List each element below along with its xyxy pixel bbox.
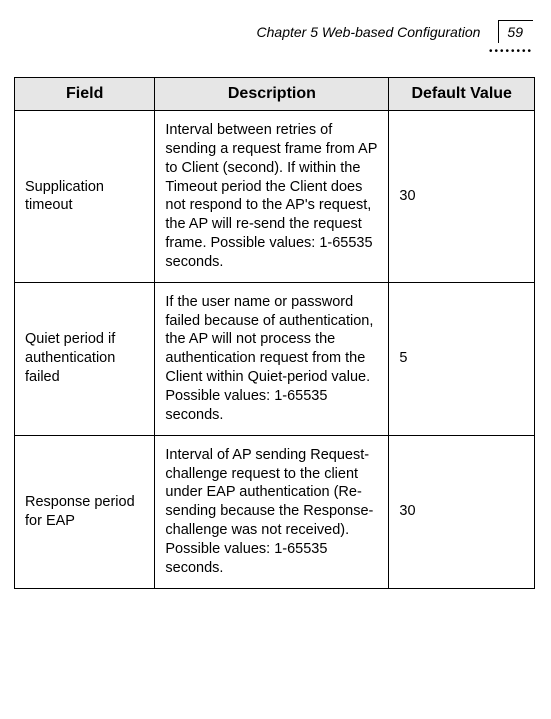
cell-description: If the user name or password failed beca… <box>155 282 389 435</box>
table-row: Quiet period if authentication failed If… <box>15 282 535 435</box>
table-row: Response period for EAP Interval of AP s… <box>15 435 535 588</box>
cell-default-value: 30 <box>389 111 535 283</box>
cell-default-value: 5 <box>389 282 535 435</box>
header-dots: •••••••• <box>14 49 535 55</box>
config-table: Field Description Default Value Supplica… <box>14 77 535 589</box>
cell-field: Quiet period if authentication failed <box>15 282 155 435</box>
cell-default-value: 30 <box>389 435 535 588</box>
page-header: Chapter 5 Web-based Configuration 59 <box>14 20 535 43</box>
header-field: Field <box>15 78 155 111</box>
header-description: Description <box>155 78 389 111</box>
cell-field: Response period for EAP <box>15 435 155 588</box>
table-row: Supplication timeout Interval between re… <box>15 111 535 283</box>
cell-field: Supplication timeout <box>15 111 155 283</box>
chapter-title: Chapter 5 Web-based Configuration <box>257 24 481 40</box>
header-default-value: Default Value <box>389 78 535 111</box>
cell-description: Interval between retries of sending a re… <box>155 111 389 283</box>
cell-description: Interval of AP sending Request-challenge… <box>155 435 389 588</box>
table-header-row: Field Description Default Value <box>15 78 535 111</box>
page-number: 59 <box>498 20 533 43</box>
